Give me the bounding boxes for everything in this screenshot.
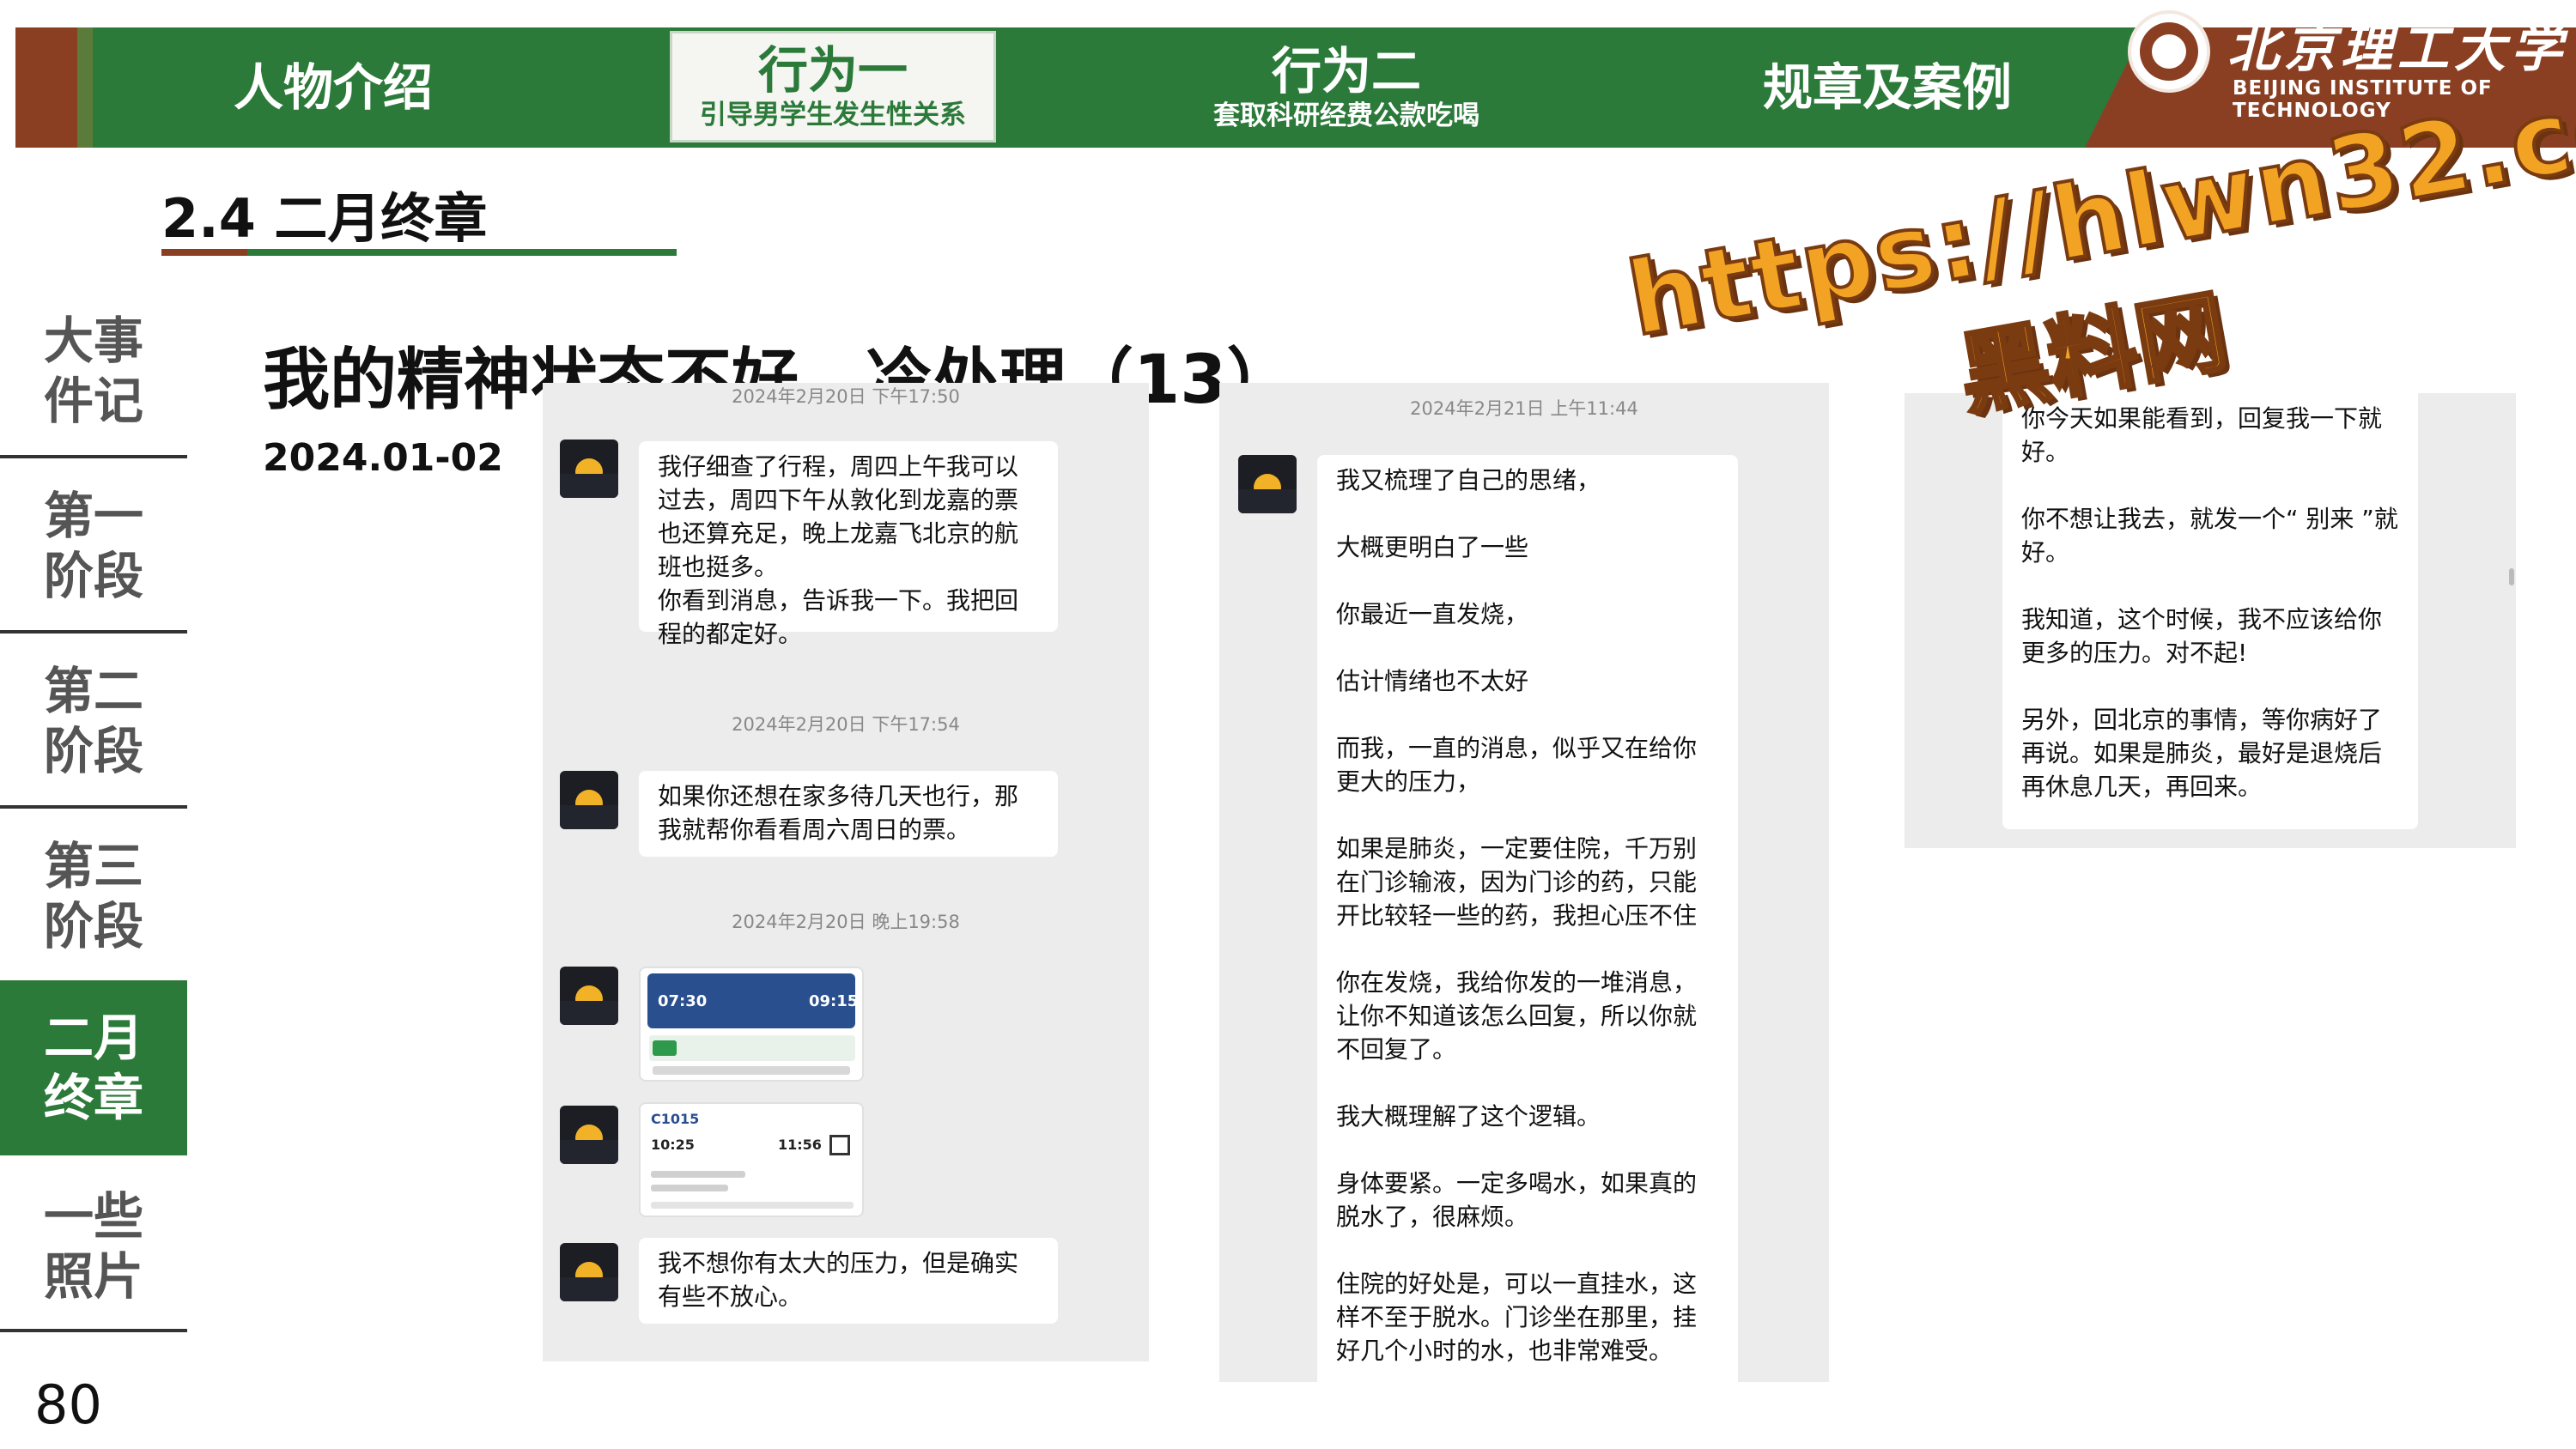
avatar: [560, 1243, 618, 1301]
avatar: [560, 967, 618, 1025]
nav-left-accent-stripe: [77, 27, 93, 148]
ticket-detail-line: [651, 1185, 728, 1191]
train-ticket-card[interactable]: 07:30 09:15: [639, 967, 864, 1082]
nav-tab-behavior-one[interactable]: 行为一 引导男学生发生性关系: [670, 31, 996, 142]
chat-screenshot-2: 2024年2月21日 上午11:44 我又梳理了自己的思绪， 大概更明白了一些 …: [1219, 383, 1829, 1382]
sidebar-item-stage-three[interactable]: 第三阶段: [0, 810, 187, 982]
section-title: 2.4 二月终章: [161, 187, 488, 250]
chat-bubble: 你今天如果能看到，回复我一下就好。 你不想让我去，就发一个“ 别来 ”就好。 我…: [2002, 393, 2418, 829]
university-seal-icon: [2128, 10, 2210, 93]
sidebar-item-photos[interactable]: 一些照片: [0, 1161, 187, 1332]
chat-bubble: 我不想你有太大的压力，但是确实有些不放心。: [639, 1238, 1058, 1324]
chat-bubble: 我仔细查了行程，周四上午我可以过去，周四下午从敦化到龙嘉的票也还算充足，晚上龙嘉…: [639, 441, 1058, 648]
scrollbar-thumb[interactable]: [2509, 568, 2514, 585]
nav-tab-sublabel: 套取科研经费公款吃喝: [1213, 100, 1479, 131]
nav-left-accent: [15, 27, 77, 148]
sidebar-item-label: 大事件记: [43, 312, 143, 430]
avatar: [560, 771, 618, 829]
sidebar-item-label: 第一阶段: [43, 487, 143, 605]
ticket-footer: [651, 1202, 854, 1209]
nav-tab-behavior-two[interactable]: 行为二 套取科研经费公款吃喝: [1080, 27, 1613, 148]
sidebar-item-timeline[interactable]: 大事件记: [0, 285, 187, 457]
sidebar-item-february-finale[interactable]: 二月终章: [0, 980, 187, 1155]
chat-timestamp: 2024年2月20日 晚上19:58: [732, 912, 960, 932]
nav-tab-sublabel: 引导男学生发生性关系: [700, 100, 966, 130]
sidebar-divider: [0, 455, 187, 458]
sidebar-item-label: 一些照片: [43, 1187, 143, 1306]
avatar: [560, 440, 618, 498]
ticket-status-row: [649, 1035, 855, 1061]
chat-timestamp: 2024年2月20日 下午17:54: [732, 714, 960, 735]
ticket-train-number: C1015: [651, 1111, 700, 1127]
sidebar-item-label: 二月终章: [43, 1009, 143, 1127]
avatar: [1238, 455, 1297, 513]
ticket-arrival-time: 11:56: [778, 1137, 822, 1153]
sidebar-item-stage-two[interactable]: 第二阶段: [0, 635, 187, 807]
sidebar-divider: [0, 1329, 187, 1332]
nav-tab-label: 规章及案例: [1762, 58, 2012, 117]
sidebar-item-label: 第二阶段: [43, 662, 143, 780]
ticket-departure-time: 07:30: [658, 992, 708, 1010]
ticket-detail-line: [651, 1171, 745, 1178]
chat-screenshot-3: 你今天如果能看到，回复我一下就好。 你不想让我去，就发一个“ 别来 ”就好。 我…: [1905, 393, 2516, 848]
page-number: 80: [34, 1373, 102, 1436]
chat-timestamp: 2024年2月20日 下午17:50: [732, 386, 960, 407]
avatar: [560, 1106, 618, 1164]
nav-tab-label: 人物介绍: [233, 58, 433, 117]
section-underline: [161, 249, 677, 256]
chat-bubble: 如果你还想在家多待几天也行，那我就帮你看看周六周日的票。: [639, 771, 1058, 857]
chat-screenshot-1: 2024年2月20日 下午17:50 我仔细查了行程，周四上午我可以过去，周四下…: [543, 383, 1149, 1361]
sidebar-divider: [0, 630, 187, 634]
main-date: 2024.01-02: [263, 436, 503, 480]
sidebar-divider: [0, 805, 187, 809]
sidebar-item-label: 第三阶段: [43, 837, 143, 955]
qr-code-icon: [829, 1135, 850, 1155]
sidebar-item-stage-one[interactable]: 第一阶段: [0, 460, 187, 632]
ticket-departure-time: 10:25: [651, 1137, 695, 1153]
nav-tab-label: 行为二: [1271, 42, 1421, 100]
ticket-arrival-time: 09:15: [809, 992, 859, 1010]
chat-bubble: 我又梳理了自己的思绪， 大概更明白了一些 你最近一直发烧， 估计情绪也不太好 而…: [1317, 455, 1738, 1382]
nav-tab-label: 行为一: [757, 41, 908, 100]
train-ticket-card[interactable]: C1015 10:25 11:56: [639, 1102, 864, 1217]
nav-tab-characters[interactable]: 人物介绍: [93, 27, 574, 148]
ticket-footer: [653, 1066, 850, 1075]
